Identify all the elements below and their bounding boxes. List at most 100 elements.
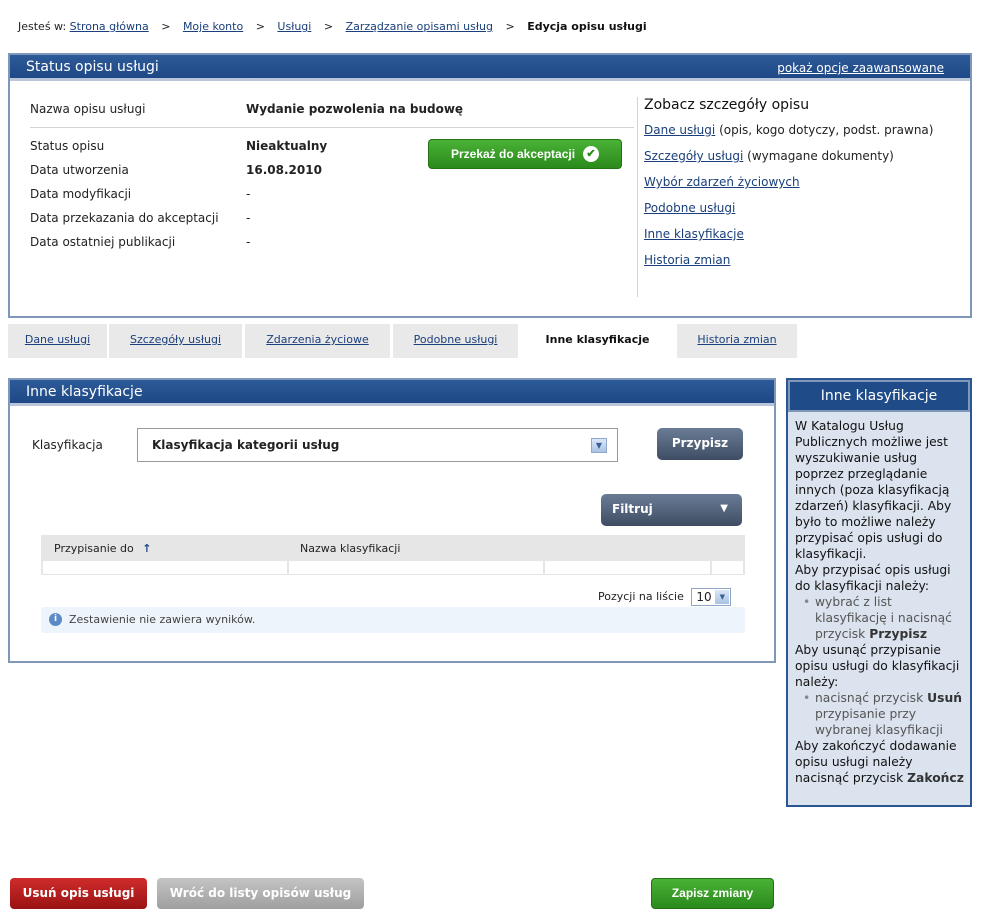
save-changes-button[interactable]: Zapisz zmiany	[651, 878, 774, 909]
details-item: Szczegóły usługi (wymagane dokumenty)	[644, 149, 954, 164]
status-value: -	[246, 211, 251, 225]
page-size-label: Pozycji na liście	[598, 590, 684, 603]
details-note: (opis, kogo dotyczy, podst. prawna)	[719, 123, 934, 137]
column-header-assignment[interactable]: Przypisanie do ↑	[54, 542, 151, 555]
status-value: -	[246, 187, 251, 201]
info-icon: i	[49, 613, 62, 626]
classification-select-value: Klasyfikacja kategorii usług	[152, 438, 340, 452]
status-panel-header: Status opisu usługi pokaż opcje zaawanso…	[10, 55, 970, 81]
status-label: Data ostatniej publikacji	[30, 235, 176, 249]
empty-results-message: i Zestawienie nie zawiera wyników.	[41, 607, 745, 633]
status-panel-title: Status opisu usługi	[26, 59, 159, 75]
breadcrumb-separator: >	[161, 20, 171, 33]
breadcrumb: Jesteś w: Strona główna > Moje konto > U…	[18, 20, 647, 33]
chevron-down-icon: ▼	[591, 438, 607, 453]
help-remove-steps: nacisnąć przycisk Usuń przypisanie przy …	[795, 690, 964, 738]
breadcrumb-link-management[interactable]: Zarządzanie opisami usług	[346, 20, 493, 33]
help-step-text: przypisanie przy wybranej klasyfikacji	[815, 707, 943, 737]
breadcrumb-separator: >	[255, 20, 265, 33]
classification-field-label: Klasyfikacja	[32, 438, 103, 452]
filter-button[interactable]: Filtruj ▼	[601, 494, 742, 526]
help-intro: W Katalogu Usług Publicznych możliwe jes…	[795, 419, 952, 561]
tab-service-data[interactable]: Dane usługi	[8, 324, 108, 358]
classification-table: Przypisanie do ↑ Nazwa klasyfikacji	[41, 535, 745, 575]
details-note: (wymagane dokumenty)	[747, 149, 894, 163]
classification-select[interactable]: Klasyfikacja kategorii usług ▼	[137, 428, 618, 462]
details-link-similar-services[interactable]: Podobne usługi	[644, 201, 735, 215]
column-header-classification-name: Nazwa klasyfikacji	[300, 542, 401, 555]
help-step-bold: Usuń	[927, 691, 962, 705]
check-icon: ✔	[583, 145, 600, 162]
help-assign-steps: wybrać z list klasyfikację i nacisnąć pr…	[795, 594, 964, 642]
filter-button-label: Filtruj	[612, 502, 653, 516]
details-section: Zobacz szczegóły opisu Dane usługi (opis…	[644, 97, 954, 279]
help-step: nacisnąć przycisk Usuń przypisanie przy …	[801, 690, 964, 738]
page-size-value: 10	[696, 590, 712, 604]
table-row	[41, 561, 745, 575]
status-label: Data przekazania do akceptacji	[30, 211, 219, 225]
status-value: Wydanie pozwolenia na budowę	[246, 102, 464, 116]
page-size-control: Pozycji na liście 10 ▼	[598, 588, 732, 606]
breadcrumb-link-account[interactable]: Moje konto	[183, 20, 243, 33]
page-size-select[interactable]: 10 ▼	[691, 588, 732, 606]
breadcrumb-link-home[interactable]: Strona główna	[70, 20, 149, 33]
status-label: Nazwa opisu usługi	[30, 102, 146, 116]
status-label: Data modyfikacji	[30, 187, 132, 201]
details-item: Inne klasyfikacje	[644, 227, 954, 242]
column-header-label: Przypisanie do	[54, 542, 134, 555]
status-value: Nieaktualny	[246, 139, 328, 153]
table-divider	[543, 561, 545, 575]
table-divider	[710, 561, 712, 575]
table-divider	[743, 561, 745, 575]
tab-life-events[interactable]: Zdarzenia życiowe	[245, 324, 391, 358]
breadcrumb-prefix: Jesteś w:	[18, 20, 67, 33]
help-panel: Inne klasyfikacje W Katalogu Usług Publi…	[786, 378, 972, 807]
classification-panel-header: Inne klasyfikacje	[10, 380, 774, 406]
details-link-history[interactable]: Historia zmian	[644, 253, 730, 267]
details-title: Zobacz szczegóły opisu	[644, 97, 810, 113]
breadcrumb-link-services[interactable]: Usługi	[277, 20, 311, 33]
status-value: -	[246, 235, 251, 249]
tab-service-details[interactable]: Szczegóły usługi	[109, 324, 243, 358]
breadcrumb-current: Edycja opisu usługi	[527, 20, 647, 33]
chevron-down-icon: ▼	[715, 590, 730, 604]
details-item: Dane usługi (opis, kogo dotyczy, podst. …	[644, 123, 954, 138]
help-body: W Katalogu Usług Publicznych możliwe jes…	[788, 412, 970, 786]
help-assign-intro: Aby przypisać opis usługi do klasyfikacj…	[795, 563, 951, 593]
table-divider	[41, 561, 43, 575]
breadcrumb-separator: >	[323, 20, 334, 33]
empty-results-text: Zestawienie nie zawiera wyników.	[69, 613, 256, 626]
help-remove-intro: Aby usunąć przypisanie opisu usługi do k…	[795, 643, 960, 689]
submit-for-acceptance-button[interactable]: Przekaż do akceptacji ✔	[428, 139, 622, 169]
details-link-life-events[interactable]: Wybór zdarzeń życiowych	[644, 175, 800, 189]
divider	[30, 127, 634, 128]
delete-description-button[interactable]: Usuń opis usługi	[10, 878, 147, 909]
status-value: 16.08.2010	[246, 163, 322, 177]
submit-for-acceptance-label: Przekaż do akceptacji	[450, 147, 576, 161]
tab-other-classifications[interactable]: Inne klasyfikacje	[520, 324, 676, 358]
tab-history[interactable]: Historia zmian	[677, 324, 798, 358]
back-to-list-button[interactable]: Wróć do listy opisów usług	[157, 878, 364, 909]
breadcrumb-separator: >	[505, 20, 515, 33]
details-item: Podobne usługi	[644, 201, 954, 216]
advanced-options-link[interactable]: pokaż opcje zaawansowane	[777, 61, 944, 75]
delete-description-label: Usuń opis usługi	[22, 886, 135, 900]
details-item: Historia zmian	[644, 253, 954, 268]
help-finish: Aby zakończyć dodawanie opisu usługi nal…	[795, 738, 964, 786]
status-label: Status opisu	[30, 139, 105, 153]
sort-arrow-up-icon: ↑	[142, 542, 152, 555]
assign-button[interactable]: Przypisz	[657, 428, 743, 460]
chevron-down-icon: ▼	[720, 503, 728, 514]
classification-panel-title: Inne klasyfikacje	[26, 384, 143, 400]
tab-similar-services[interactable]: Podobne usługi	[393, 324, 519, 358]
help-step-bold: Przypisz	[869, 627, 927, 641]
details-link-service-data[interactable]: Dane usługi	[644, 123, 715, 137]
divider	[637, 97, 638, 297]
status-panel: Status opisu usługi pokaż opcje zaawanso…	[8, 53, 972, 318]
help-step: wybrać z list klasyfikację i nacisnąć pr…	[801, 594, 964, 642]
details-link-service-details[interactable]: Szczegóły usługi	[644, 149, 743, 163]
details-item: Wybór zdarzeń życiowych	[644, 175, 954, 190]
details-link-other-classifications[interactable]: Inne klasyfikacje	[644, 227, 744, 241]
assign-button-label: Przypisz	[671, 436, 729, 450]
back-to-list-label: Wróć do listy opisów usług	[169, 886, 352, 900]
